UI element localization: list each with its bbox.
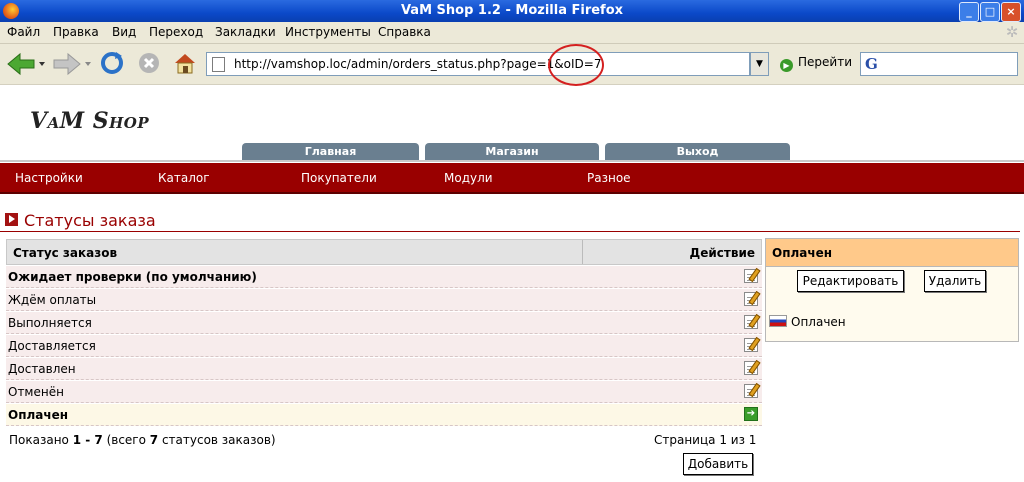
forward-arrow-icon — [53, 52, 91, 76]
menu-bar: Файл Правка Вид Переход Закладки Инструм… — [0, 22, 1024, 44]
column-separator — [582, 240, 583, 264]
table-row[interactable]: Ждём оплаты — [6, 289, 762, 311]
info-box-header: Оплачен — [766, 239, 1018, 267]
table-row[interactable]: Отменён — [6, 381, 762, 403]
table-row[interactable]: Доставляется — [6, 335, 762, 357]
edit-icon[interactable] — [744, 269, 758, 283]
nav-customers[interactable]: Покупатели — [301, 171, 377, 185]
window-title: VaM Shop 1.2 - Mozilla Firefox — [400, 3, 624, 18]
nav-misc[interactable]: Разное — [587, 171, 631, 185]
status-name: Ожидает проверки (по умолчанию) — [8, 270, 257, 284]
status-name: Доставляется — [8, 339, 96, 353]
column-header-status: Статус заказов — [13, 246, 118, 260]
page-title: Статусы заказа — [24, 211, 156, 230]
throbber-icon: ✲ — [1005, 23, 1019, 41]
status-name: Ждём оплаты — [8, 293, 97, 307]
table-row[interactable]: Ожидает проверки (по умолчанию) — [6, 266, 762, 288]
shown-range: 1 - 7 — [72, 433, 103, 447]
edit-icon[interactable] — [744, 315, 758, 329]
delete-button[interactable]: Удалить — [924, 270, 986, 292]
reload-icon — [101, 52, 123, 74]
table-header: Статус заказов Действие — [6, 239, 762, 265]
google-icon: G — [865, 55, 878, 73]
go-label: Перейти — [798, 55, 852, 69]
menu-view[interactable]: Вид — [112, 25, 136, 39]
address-bar[interactable]: http://vamshop.loc/admin/orders_status.p… — [206, 52, 750, 76]
shown-total: 7 — [149, 433, 159, 447]
table-row[interactable]: Доставлен — [6, 358, 762, 380]
home-button[interactable] — [172, 51, 198, 75]
nav-settings[interactable]: Настройки — [15, 171, 83, 185]
forward-button[interactable] — [52, 52, 92, 76]
menu-bookmarks[interactable]: Закладки — [215, 25, 276, 39]
menu-edit[interactable]: Правка — [53, 25, 99, 39]
reload-button[interactable] — [100, 51, 124, 75]
shown-suffix: статусов заказов) — [158, 433, 276, 447]
add-button[interactable]: Добавить — [683, 453, 753, 475]
site-logo: VaM Shop — [30, 108, 150, 134]
table-row[interactable]: Выполняется — [6, 312, 762, 334]
info-box-title: Оплачен — [772, 246, 833, 260]
status-info-box: Оплачен Редактировать Удалить Оплачен — [765, 238, 1019, 342]
search-input[interactable]: G — [860, 52, 1018, 76]
nav-catalog[interactable]: Каталог — [158, 171, 210, 185]
language-status-name: Оплачен — [791, 315, 846, 329]
status-name: Доставлен — [8, 362, 76, 376]
edit-icon[interactable] — [744, 361, 758, 375]
heading-arrow-icon — [5, 213, 18, 226]
maximize-button[interactable]: □ — [980, 2, 1000, 22]
go-arrow-icon: ▶ — [780, 59, 793, 72]
edit-button[interactable]: Редактировать — [797, 270, 904, 292]
heading-divider — [0, 231, 1020, 232]
back-arrow-icon — [7, 52, 45, 76]
red-circle-annotation — [548, 44, 604, 86]
home-icon — [175, 54, 195, 74]
menu-go[interactable]: Переход — [149, 25, 203, 39]
minimize-button[interactable]: _ — [959, 2, 979, 22]
status-name: Отменён — [8, 385, 64, 399]
menu-tools[interactable]: Инструменты — [285, 25, 371, 39]
go-button[interactable]: ▶ Перейти — [780, 55, 852, 72]
edit-icon[interactable] — [744, 292, 758, 306]
page-icon — [212, 57, 225, 72]
tab-logout[interactable]: Выход — [605, 143, 790, 161]
close-button[interactable]: × — [1001, 2, 1021, 22]
tabs-divider — [0, 160, 1024, 162]
admin-nav-bar: Настройки Каталог Покупатели Модули Разн… — [0, 163, 1024, 194]
edit-icon[interactable] — [744, 338, 758, 352]
chevron-down-icon: ▼ — [756, 59, 763, 69]
page-count: Страница 1 из 1 — [654, 433, 757, 447]
stop-button[interactable] — [137, 51, 161, 75]
back-button[interactable] — [6, 52, 46, 76]
shown-mid: (всего — [102, 433, 150, 447]
table-row-selected[interactable]: Оплачен ➔ — [6, 404, 762, 426]
tab-main[interactable]: Главная — [242, 143, 419, 161]
edit-icon[interactable] — [744, 384, 758, 398]
arrow-right-icon: ➔ — [744, 407, 758, 421]
menu-file[interactable]: Файл — [7, 25, 40, 39]
menu-help[interactable]: Справка — [378, 25, 431, 39]
tab-store[interactable]: Магазин — [425, 143, 599, 161]
address-dropdown-button[interactable]: ▼ — [750, 52, 769, 76]
column-header-action: Действие — [689, 246, 755, 260]
stop-icon — [139, 53, 159, 73]
pagination-summary: Показано 1 - 7 (всего 7 статусов заказов… — [9, 433, 276, 447]
address-url: http://vamshop.loc/admin/orders_status.p… — [234, 57, 602, 71]
status-name: Оплачен — [8, 408, 69, 422]
window-titlebar: VaM Shop 1.2 - Mozilla Firefox _ □ × — [0, 0, 1024, 22]
nav-modules[interactable]: Модули — [444, 171, 493, 185]
shown-prefix: Показано — [9, 433, 73, 447]
russian-flag-icon — [769, 315, 787, 327]
status-name: Выполняется — [8, 316, 92, 330]
